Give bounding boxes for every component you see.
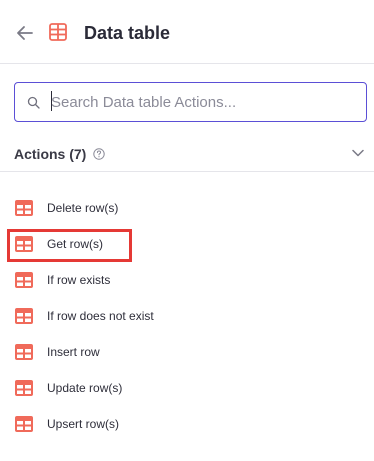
action-label: If row does not exist <box>47 309 154 323</box>
action-label: Upsert row(s) <box>47 417 120 431</box>
back-button[interactable] <box>14 22 36 44</box>
panel-header: Data table <box>0 0 374 64</box>
search-field[interactable] <box>14 82 367 122</box>
action-label: Delete row(s) <box>47 201 119 215</box>
table-icon <box>49 23 67 41</box>
search-icon <box>27 96 40 109</box>
action-item-update-rows[interactable]: Update row(s) <box>0 370 374 406</box>
chevron-down-icon[interactable] <box>352 149 364 157</box>
action-item-delete-rows[interactable]: Delete row(s) <box>0 190 374 226</box>
search-input[interactable] <box>51 91 351 113</box>
table-icon <box>15 272 33 288</box>
action-item-if-row-exists[interactable]: If row exists <box>0 262 374 298</box>
table-icon <box>15 344 33 360</box>
arrow-left-icon <box>17 26 33 40</box>
actions-list: Delete row(s) Get row(s) If row exists I… <box>0 190 374 442</box>
action-label: Get row(s) <box>47 237 104 251</box>
text-cursor <box>51 91 52 111</box>
action-item-if-row-does-not-exist[interactable]: If row does not exist <box>0 298 374 334</box>
action-item-upsert-rows[interactable]: Upsert row(s) <box>0 406 374 442</box>
table-icon <box>15 416 33 432</box>
table-icon <box>15 308 33 324</box>
table-icon <box>15 236 33 252</box>
actions-section-title: Actions (7) <box>14 146 87 162</box>
action-item-get-rows[interactable]: Get row(s) <box>0 226 374 262</box>
actions-section-header[interactable]: Actions (7) <box>0 138 374 172</box>
page-title: Data table <box>84 23 171 43</box>
action-label: Update row(s) <box>47 381 123 395</box>
table-icon <box>15 200 33 216</box>
action-label: Insert row <box>47 345 100 359</box>
action-item-insert-row[interactable]: Insert row <box>0 334 374 370</box>
table-icon <box>15 380 33 396</box>
help-circle-icon[interactable] <box>93 148 105 160</box>
action-label: If row exists <box>47 273 111 287</box>
